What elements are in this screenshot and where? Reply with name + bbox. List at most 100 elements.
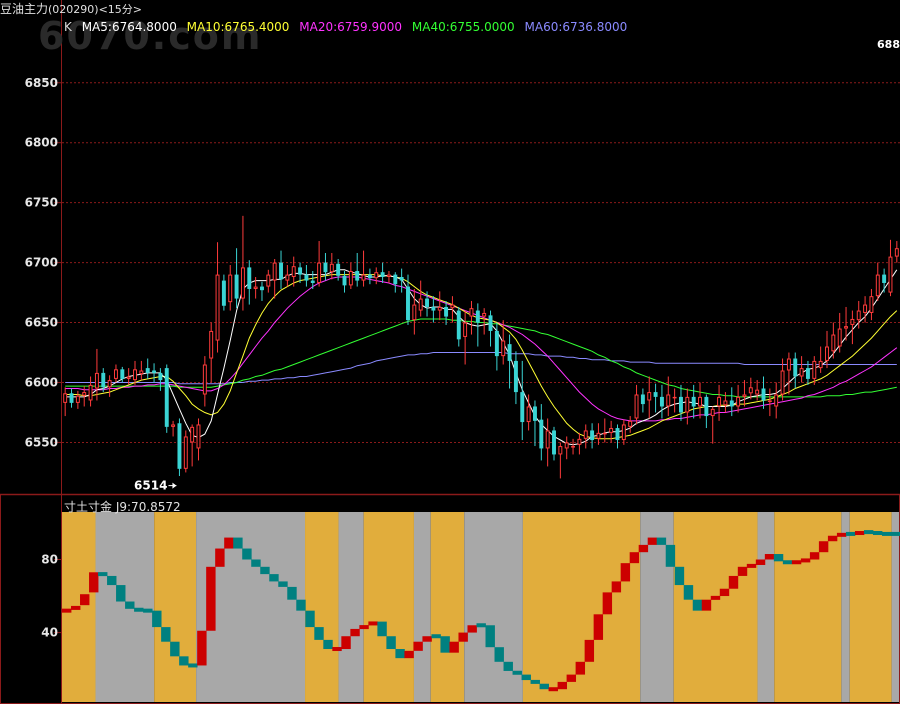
candle	[209, 322, 214, 383]
candle-body	[780, 370, 785, 395]
chart-canvas[interactable]: 6550 6600 6650 6700 6750 6800 6850 40 80 6514	[0, 0, 900, 704]
candle	[640, 388, 645, 413]
candle-body	[253, 286, 258, 289]
candle	[133, 360, 137, 385]
indicator-step	[242, 548, 252, 560]
y-tick-label: 6550	[25, 435, 58, 449]
indicator-step	[782, 560, 793, 565]
indicator-band	[95, 512, 155, 702]
candle-body	[888, 256, 893, 293]
indicator-step	[809, 552, 820, 560]
candle-body	[393, 274, 398, 285]
candle	[367, 268, 372, 285]
candle-body	[666, 394, 671, 407]
candle-body	[361, 274, 366, 281]
candle-body	[228, 274, 233, 303]
indicator-step	[332, 647, 342, 652]
candle	[767, 388, 772, 417]
candle-body	[532, 406, 537, 421]
candle-body	[736, 396, 741, 407]
candle	[145, 358, 150, 379]
indicator-step	[458, 632, 468, 642]
candle	[190, 424, 195, 467]
candle	[63, 387, 68, 417]
candle-body	[799, 368, 804, 377]
indicator-step	[521, 674, 531, 681]
candle	[158, 368, 163, 391]
indicator-step	[557, 681, 568, 690]
candle-body	[425, 298, 430, 307]
candle-body	[856, 310, 861, 321]
candle	[113, 364, 118, 383]
candle-body	[539, 419, 544, 449]
candle	[469, 300, 474, 335]
indicator-step	[512, 670, 522, 675]
indicator-title: 寸土寸金	[64, 500, 113, 514]
candle-body	[69, 393, 74, 403]
candle-body	[869, 296, 874, 313]
candle-body	[691, 396, 696, 407]
indicator-step	[386, 636, 396, 650]
candle-body	[260, 286, 264, 291]
candle-body	[894, 248, 899, 257]
candle-body	[285, 274, 290, 281]
candle-body	[355, 270, 360, 281]
indicator-step	[575, 661, 586, 675]
indicator-step	[134, 607, 144, 612]
indicator-step	[881, 531, 892, 536]
candle	[698, 382, 702, 419]
candle-body	[786, 358, 791, 371]
candle-body	[717, 396, 722, 407]
indicator-tick-label: 40	[41, 626, 58, 640]
candle	[196, 418, 201, 461]
candle-body	[482, 312, 487, 317]
candle-body	[596, 432, 601, 439]
candle-body	[698, 396, 702, 407]
indicator-step	[530, 679, 540, 684]
candle	[818, 346, 823, 373]
candle	[539, 404, 544, 461]
candle-body	[450, 304, 455, 309]
candle-body	[94, 372, 99, 389]
candle-body	[158, 372, 163, 381]
candle-body	[767, 400, 772, 402]
indicator-step	[692, 599, 703, 611]
indicator-step	[755, 559, 766, 565]
instrument-code: (020290)	[48, 3, 99, 16]
chart-window: 6550 6600 6650 6700 6750 6800 6850 40 80 6514 60…	[0, 0, 900, 704]
candle-body	[583, 430, 588, 439]
indicator-step	[287, 586, 297, 600]
ma40-line	[65, 318, 897, 398]
candle-body	[875, 274, 880, 297]
candle-body	[526, 406, 531, 423]
candle-body	[831, 334, 836, 352]
indicator-step	[638, 544, 649, 553]
candle-body	[882, 274, 887, 283]
candle	[831, 322, 836, 359]
candle	[653, 383, 658, 413]
candle	[513, 351, 518, 405]
candle	[628, 416, 633, 433]
candle-body	[545, 430, 550, 449]
indicator-step	[791, 560, 802, 565]
candle-body	[723, 400, 728, 406]
candle	[221, 274, 226, 311]
candle	[285, 265, 290, 287]
candle	[717, 384, 722, 421]
indicator-step	[422, 636, 432, 642]
candle	[348, 262, 353, 289]
indicator-step	[413, 641, 423, 651]
candle	[520, 360, 525, 441]
legend-ma60: MA60:6736.8000	[524, 20, 628, 34]
candle	[596, 423, 601, 445]
candle-body	[266, 274, 271, 287]
candle-body	[101, 372, 106, 388]
ma10-line	[65, 274, 898, 440]
indicator-step	[818, 541, 829, 553]
candle-body	[196, 424, 201, 449]
candle	[659, 384, 664, 419]
candle-body	[640, 394, 645, 405]
indicator-step	[629, 552, 640, 564]
indicator-step	[503, 661, 513, 671]
y-tick-label: 6650	[25, 316, 58, 330]
